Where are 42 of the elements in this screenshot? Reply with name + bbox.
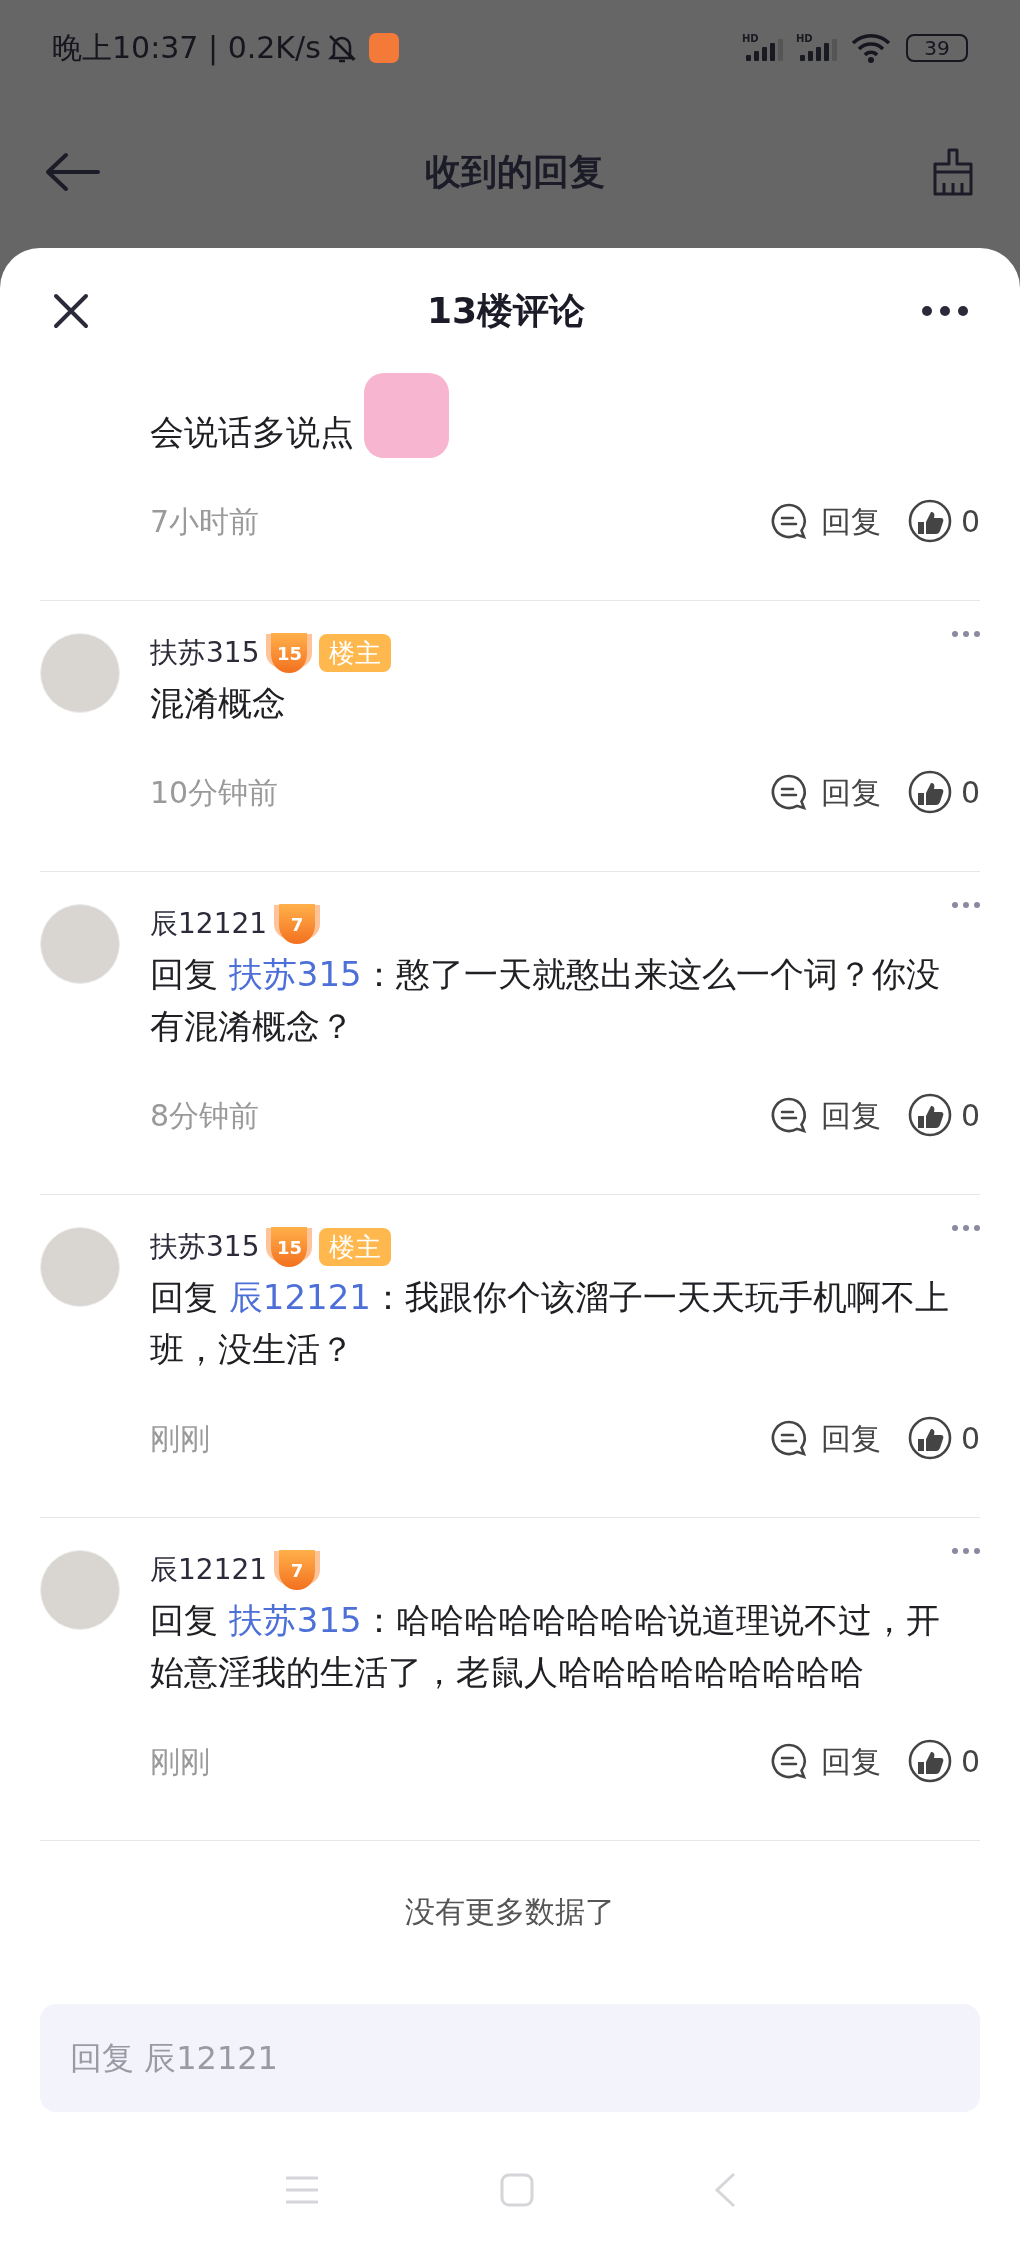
- comment-text: 回复 扶苏315：哈哈哈哈哈哈哈哈说道理说不过，开始意淫我的生活了，老鼠人哈哈哈哈哈哈哈哈哈: [150, 1599, 941, 1694]
- timestamp: 10分钟前: [150, 773, 280, 812]
- like-button[interactable]: 0: [906, 1092, 980, 1138]
- comment-text: 混淆概念: [150, 682, 287, 725]
- reply-button[interactable]: 回复: [768, 1092, 881, 1138]
- username[interactable]: 辰12121: [150, 1549, 268, 1591]
- timestamp: 刚刚: [150, 1742, 211, 1781]
- thumbs-up-icon: [906, 1415, 953, 1461]
- reply-button[interactable]: 回复: [768, 1415, 881, 1461]
- wifi-icon: [850, 31, 892, 64]
- battery-icon: 39: [906, 33, 968, 62]
- owner-badge: 楼主: [319, 634, 392, 672]
- like-button[interactable]: 0: [906, 1738, 980, 1784]
- comment-text: 会说话多说点: [150, 411, 355, 454]
- owner-badge: 楼主: [319, 1228, 392, 1266]
- username[interactable]: 扶苏315: [150, 1226, 260, 1268]
- like-button[interactable]: 0: [906, 1415, 980, 1461]
- end-of-list-text: 没有更多数据了: [404, 1893, 616, 1931]
- close-icon[interactable]: [52, 291, 90, 330]
- comment-text: 回复 辰12121：我跟你个该溜子一天天玩手机啊不上班，没生活？: [150, 1276, 950, 1371]
- reply-input[interactable]: 回复 辰12121: [40, 2004, 980, 2112]
- more-icon[interactable]: [922, 305, 968, 316]
- sheet-title: 13楼评论: [425, 288, 587, 333]
- reply-button[interactable]: 回复: [768, 498, 881, 544]
- comment-text: 回复 扶苏315：憨了一天就憨出来这么一个词？你没有混淆概念？: [150, 953, 941, 1048]
- back-arrow-icon[interactable]: [44, 151, 100, 192]
- like-button[interactable]: 0: [906, 769, 980, 815]
- page-title: 收到的回复: [424, 149, 606, 194]
- app-icon: [368, 32, 399, 63]
- status-time: 晚上10:37 | 0.2K/s: [52, 29, 321, 68]
- timestamp: 7小时前: [150, 502, 261, 541]
- thumbs-up-icon: [906, 498, 953, 544]
- username[interactable]: 辰12121: [150, 903, 268, 945]
- thumbs-up-icon: [906, 1738, 953, 1784]
- thumbs-up-icon: [906, 1092, 953, 1138]
- reply-button[interactable]: 回复: [768, 769, 881, 815]
- reply-button[interactable]: 回复: [768, 1738, 881, 1784]
- timestamp: 刚刚: [150, 1419, 211, 1458]
- like-button[interactable]: 0: [906, 498, 980, 544]
- username[interactable]: 扶苏315: [150, 632, 260, 674]
- timestamp: 8分钟前: [150, 1096, 261, 1135]
- thumbs-up-icon: [906, 769, 953, 815]
